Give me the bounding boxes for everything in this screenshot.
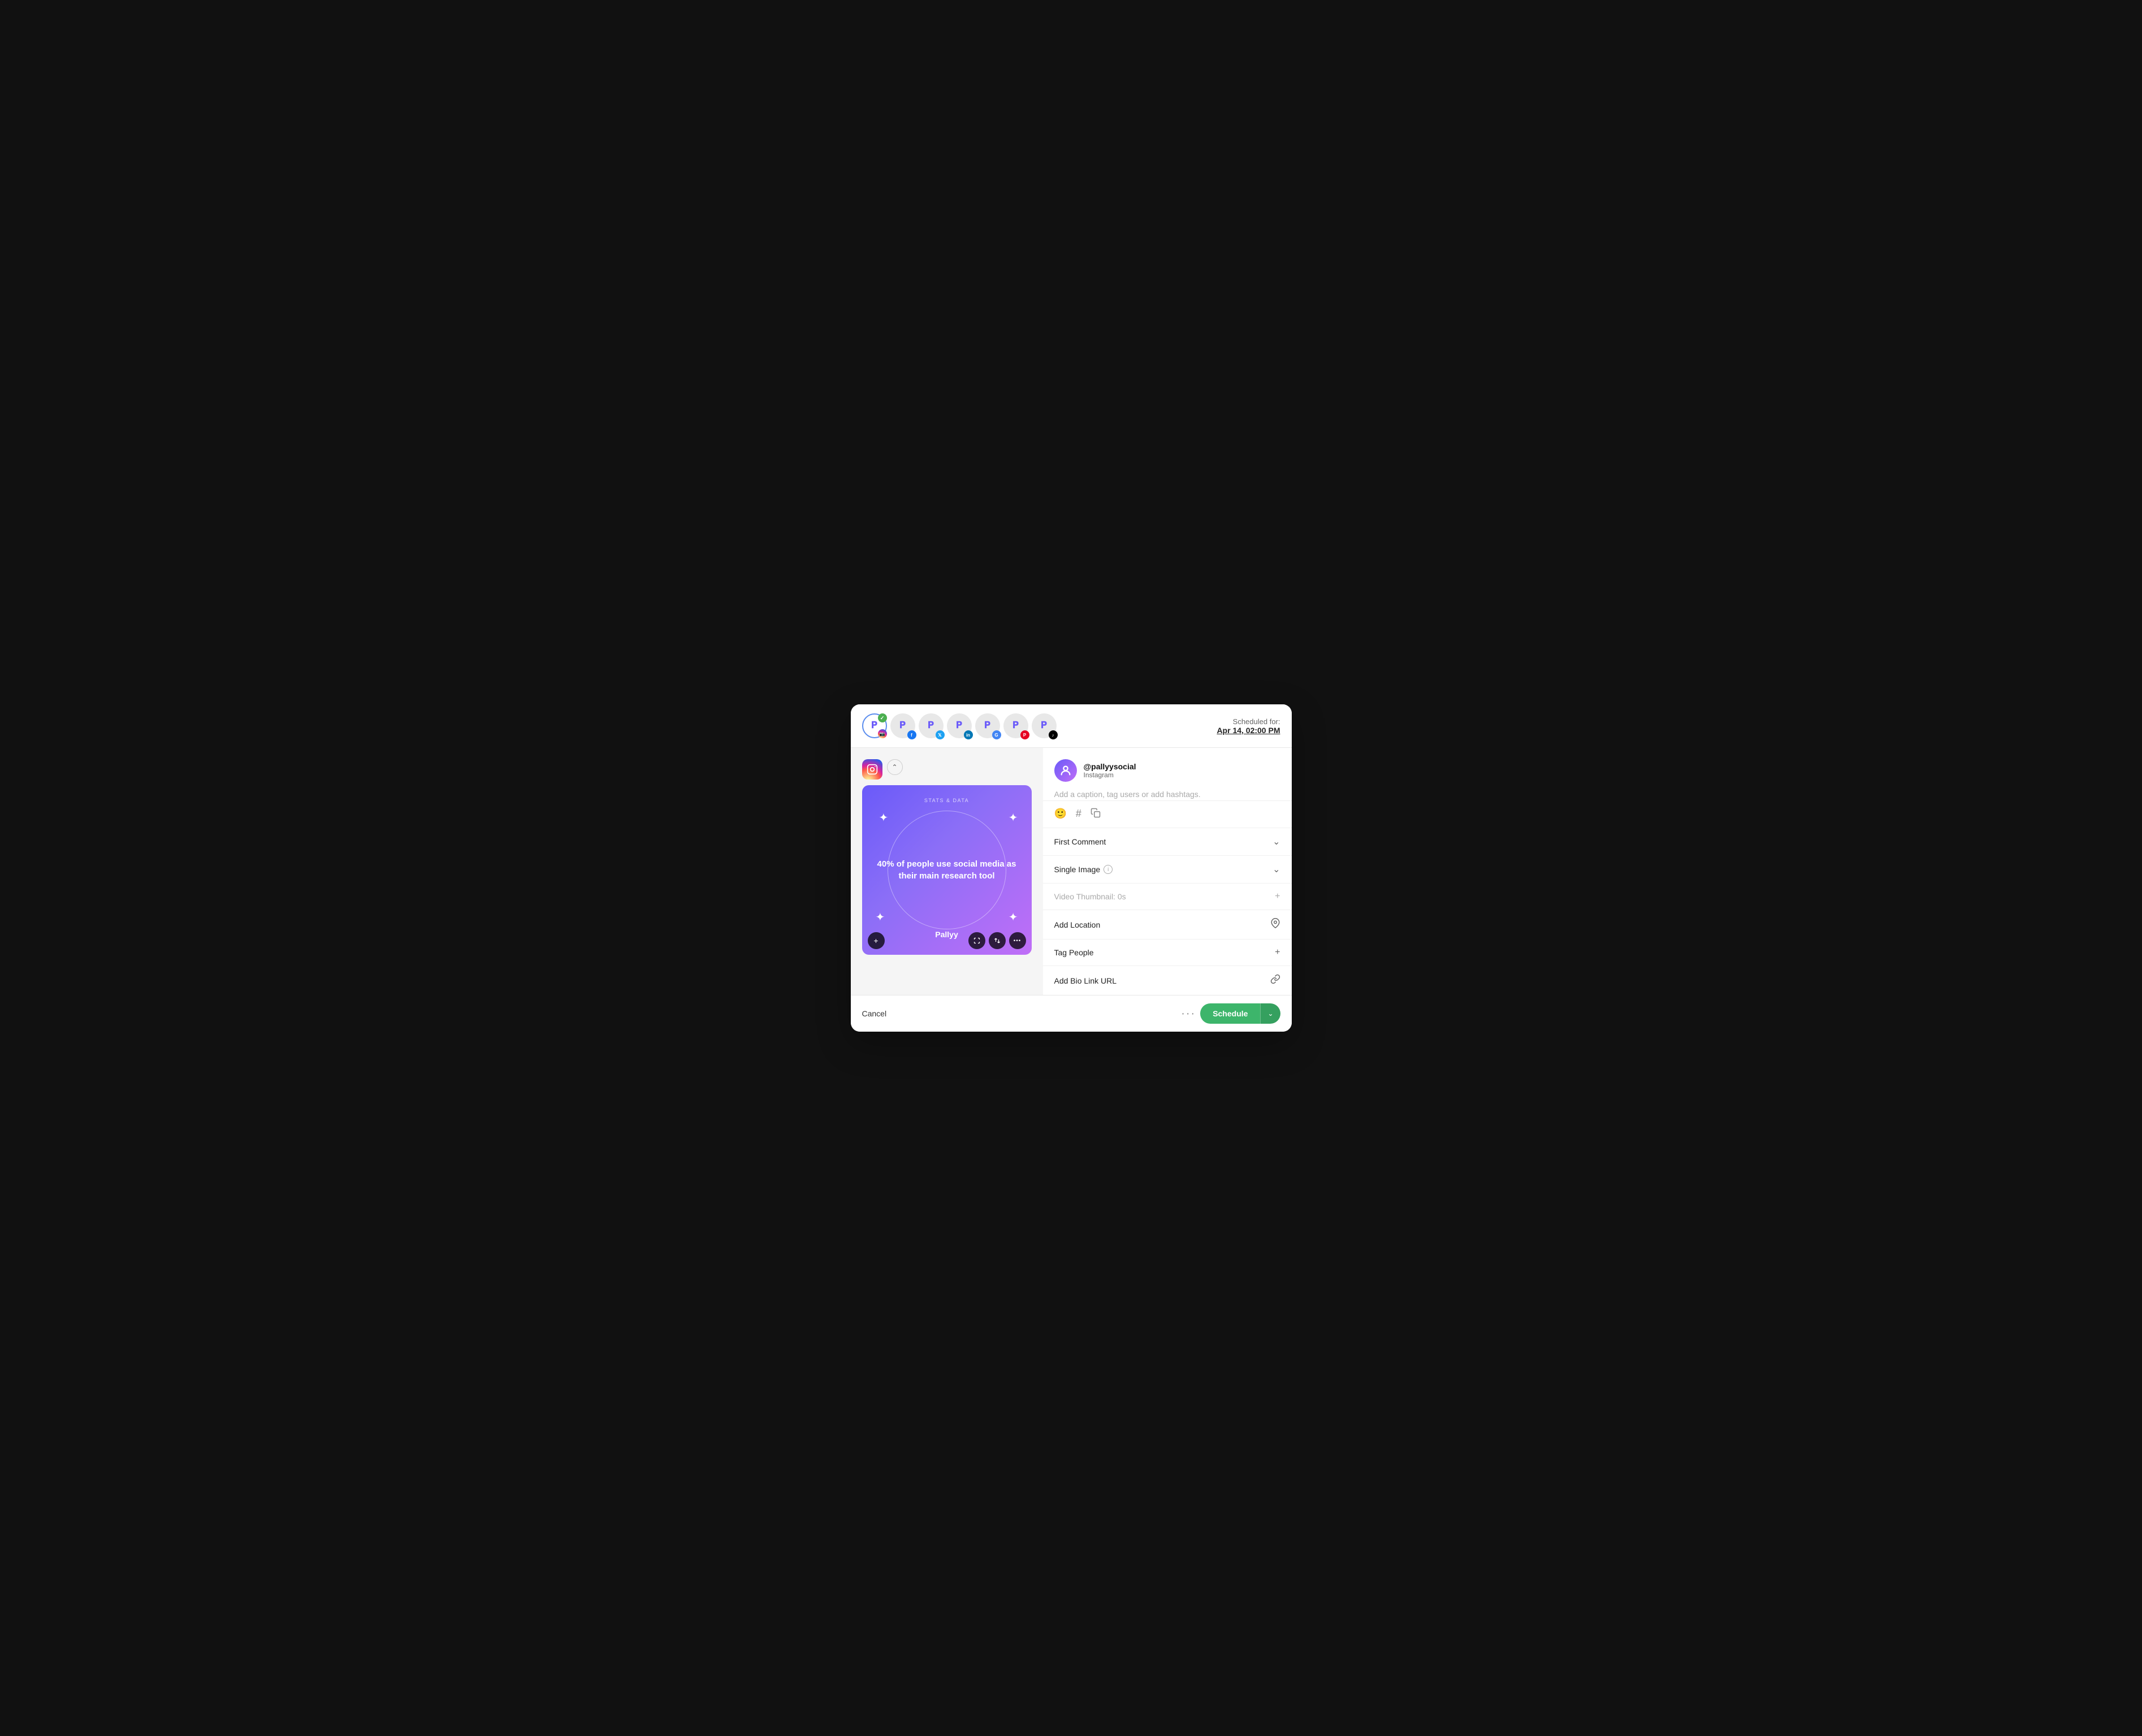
scheduled-info: Scheduled for: Apr 14, 02:00 PM [1217,717,1280,735]
tiktok-badge-icon: ♪ [1049,730,1058,739]
post-action-buttons: ••• [968,932,1026,949]
single-image-chevron-icon: ⌄ [1273,864,1280,875]
right-panel: @pallyysocial Instagram Add a caption, t… [1043,748,1292,995]
pallyy-letter-li: 𝐏 [956,721,962,731]
swap-button[interactable] [989,932,1006,949]
account-avatar [1054,759,1077,782]
video-thumbnail-plus-icon: + [1275,891,1280,902]
schedule-button[interactable]: Schedule [1200,1003,1260,1024]
add-location-pin-icon [1270,918,1280,931]
post-main-text: 40% of people use social media as their … [873,858,1020,882]
cancel-button[interactable]: Cancel [862,1009,887,1018]
platform-tab-tiktok[interactable]: 𝐏 ♪ [1032,713,1057,738]
single-image-section[interactable]: Single Image i ⌄ [1043,856,1292,884]
platform-tab-twitter[interactable]: 𝐏 𝕏 [919,713,944,738]
hashtag-button[interactable]: # [1076,808,1081,821]
pinterest-badge-icon: P [1020,730,1029,739]
collapse-button[interactable]: ⌃ [887,759,903,775]
stats-label: STATS & DATA [924,798,969,803]
add-bio-link-icon [1270,974,1280,987]
star-decoration-br: ✦ [1009,910,1018,924]
account-header: @pallyysocial Instagram [1043,748,1292,789]
star-decoration-tr: ✦ [1009,811,1018,825]
account-platform: Instagram [1084,771,1136,779]
star-decoration-bl: ✦ [876,910,885,924]
platform-tab-facebook[interactable]: 𝐏 f [890,713,915,738]
google-badge-icon: G [992,730,1001,739]
add-bio-link-label: Add Bio Link URL [1054,976,1117,985]
check-badge-instagram: ✓ [878,713,887,722]
pallyy-letter-fb: 𝐏 [899,721,906,731]
modal-footer: Cancel ··· Schedule ⌄ [851,995,1292,1032]
emoji-button[interactable]: 🙂 [1054,808,1067,821]
left-panel: ⌃ ✦ ✦ ✦ ✦ STATS & DATA 40% of people use… [851,748,1043,995]
pallyy-letter-tw: 𝐏 [928,721,934,731]
single-image-label-group: Single Image i [1054,865,1113,874]
caption-toolbar: 🙂 # [1043,800,1292,828]
instagram-platform-icon [862,759,882,780]
post-overlay-controls: + ••• [868,932,1026,949]
pallyy-letter-g: 𝐏 [984,721,990,731]
modal-container: 𝐏 ✓ 📷 𝐏 f 𝐏 𝕏 𝐏 in 𝐏 G [851,704,1292,1032]
modal-body: ⌃ ✦ ✦ ✦ ✦ STATS & DATA 40% of people use… [851,748,1292,995]
caption-area[interactable]: Add a caption, tag users or add hashtags… [1043,789,1292,800]
platform-tab-pinterest[interactable]: 𝐏 P [1003,713,1028,738]
platform-tabs: 𝐏 ✓ 📷 𝐏 f 𝐏 𝕏 𝐏 in 𝐏 G [851,704,1292,748]
scheduled-date[interactable]: Apr 14, 02:00 PM [1217,726,1280,735]
tag-people-label: Tag People [1054,948,1094,957]
instagram-badge-icon: 📷 [878,729,887,738]
fullscreen-button[interactable] [968,932,985,949]
platform-tab-linkedin[interactable]: 𝐏 in [947,713,972,738]
single-image-label: Single Image [1054,865,1101,874]
more-options-footer-button[interactable]: ··· [1181,1007,1196,1020]
schedule-dropdown-button[interactable]: ⌄ [1260,1003,1280,1024]
add-location-section[interactable]: Add Location [1043,910,1292,940]
pallyy-letter-tt: 𝐏 [1041,721,1047,731]
video-thumbnail-section[interactable]: Video Thumbnail: 0s + [1043,884,1292,910]
scheduled-for-label: Scheduled for: [1217,717,1280,726]
tag-people-plus-icon: + [1275,947,1280,958]
platform-tab-google[interactable]: 𝐏 G [975,713,1000,738]
first-comment-chevron-icon: ⌄ [1273,836,1280,847]
add-location-label: Add Location [1054,920,1101,929]
pallyy-letter-p: 𝐏 [1012,721,1019,731]
left-panel-header: ⌃ [862,759,1032,780]
star-decoration-tl: ✦ [879,811,889,825]
platform-tabs-list: 𝐏 ✓ 📷 𝐏 f 𝐏 𝕏 𝐏 in 𝐏 G [862,713,1057,738]
video-thumbnail-label: Video Thumbnail: 0s [1054,892,1126,901]
pallyy-letter: 𝐏 [871,721,877,731]
account-name: @pallyysocial [1084,762,1136,771]
more-options-button[interactable]: ••• [1009,932,1026,949]
add-media-button[interactable]: + [868,932,885,949]
schedule-button-group: Schedule ⌄ [1200,1003,1280,1024]
single-image-info-icon: i [1104,865,1113,874]
first-comment-label: First Comment [1054,837,1106,846]
footer-right: ··· Schedule ⌄ [1181,1003,1280,1024]
copy-button[interactable] [1091,808,1101,821]
tag-people-section[interactable]: Tag People + [1043,940,1292,966]
caption-placeholder: Add a caption, tag users or add hashtags… [1054,790,1201,799]
platform-tab-instagram[interactable]: 𝐏 ✓ 📷 [862,713,887,738]
twitter-badge-icon: 𝕏 [936,730,945,739]
first-comment-section[interactable]: First Comment ⌄ [1043,828,1292,856]
linkedin-badge-icon: in [964,730,973,739]
post-preview-image: ✦ ✦ ✦ ✦ STATS & DATA 40% of people use s… [862,785,1032,955]
facebook-badge-icon: f [907,730,916,739]
add-bio-link-section[interactable]: Add Bio Link URL [1043,966,1292,995]
account-info: @pallyysocial Instagram [1084,762,1136,779]
